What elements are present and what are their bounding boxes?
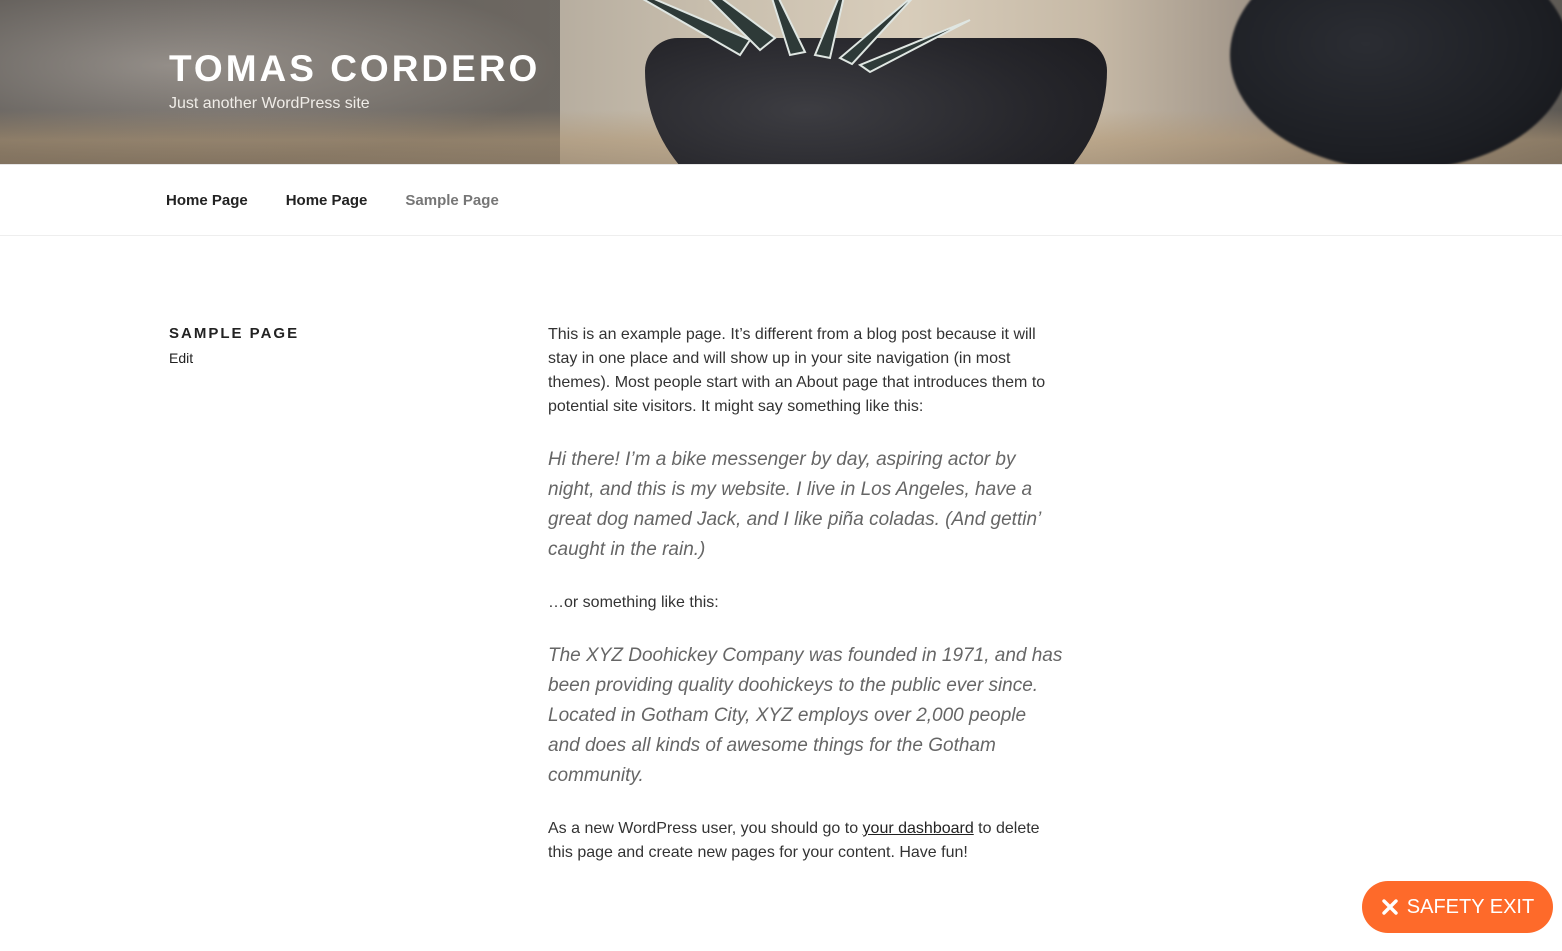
- closing-paragraph: As a new WordPress user, you should go t…: [548, 817, 1063, 865]
- dashboard-link[interactable]: your dashboard: [863, 820, 974, 837]
- close-icon: [1382, 899, 1398, 915]
- nav-link-sample-page[interactable]: Sample Page: [405, 192, 498, 209]
- safety-exit-label: SAFETY EXIT: [1406, 895, 1535, 918]
- site-description: Just another WordPress site: [169, 95, 370, 112]
- nav-item: Home Page: [166, 192, 248, 210]
- nav-link-home-page[interactable]: Home Page: [166, 192, 248, 209]
- site-branding: TOMAS CORDERO Just another WordPress sit…: [169, 46, 540, 114]
- nav-item: Home Page: [286, 192, 368, 210]
- site-title-link[interactable]: TOMAS CORDERO: [169, 46, 540, 92]
- entry-content: This is an example page. It’s different …: [548, 323, 1063, 865]
- example-quote-1: Hi there! I’m a bike messenger by day, a…: [548, 449, 1041, 560]
- nav-link-home-page-2[interactable]: Home Page: [286, 192, 368, 209]
- example-quote-2: The XYZ Doohickey Company was founded in…: [548, 645, 1063, 786]
- page-title: SAMPLE PAGE: [169, 325, 300, 342]
- header-image-plant-leaves: [642, 0, 971, 74]
- safety-exit-button[interactable]: SAFETY EXIT: [1362, 881, 1553, 933]
- page-header: SAMPLE PAGE Edit: [169, 325, 469, 368]
- closing-text-before: As a new WordPress user, you should go t…: [548, 820, 863, 837]
- transition-paragraph: …or something like this:: [548, 594, 719, 611]
- nav-menu: Home Page Home Page Sample Page: [166, 165, 537, 237]
- main-navigation: Home Page Home Page Sample Page: [0, 164, 1562, 236]
- edit-link[interactable]: Edit: [169, 350, 193, 366]
- nav-item: Sample Page: [405, 192, 498, 210]
- site-header: TOMAS CORDERO Just another WordPress sit…: [0, 0, 1562, 164]
- intro-paragraph: This is an example page. It’s different …: [548, 326, 1046, 415]
